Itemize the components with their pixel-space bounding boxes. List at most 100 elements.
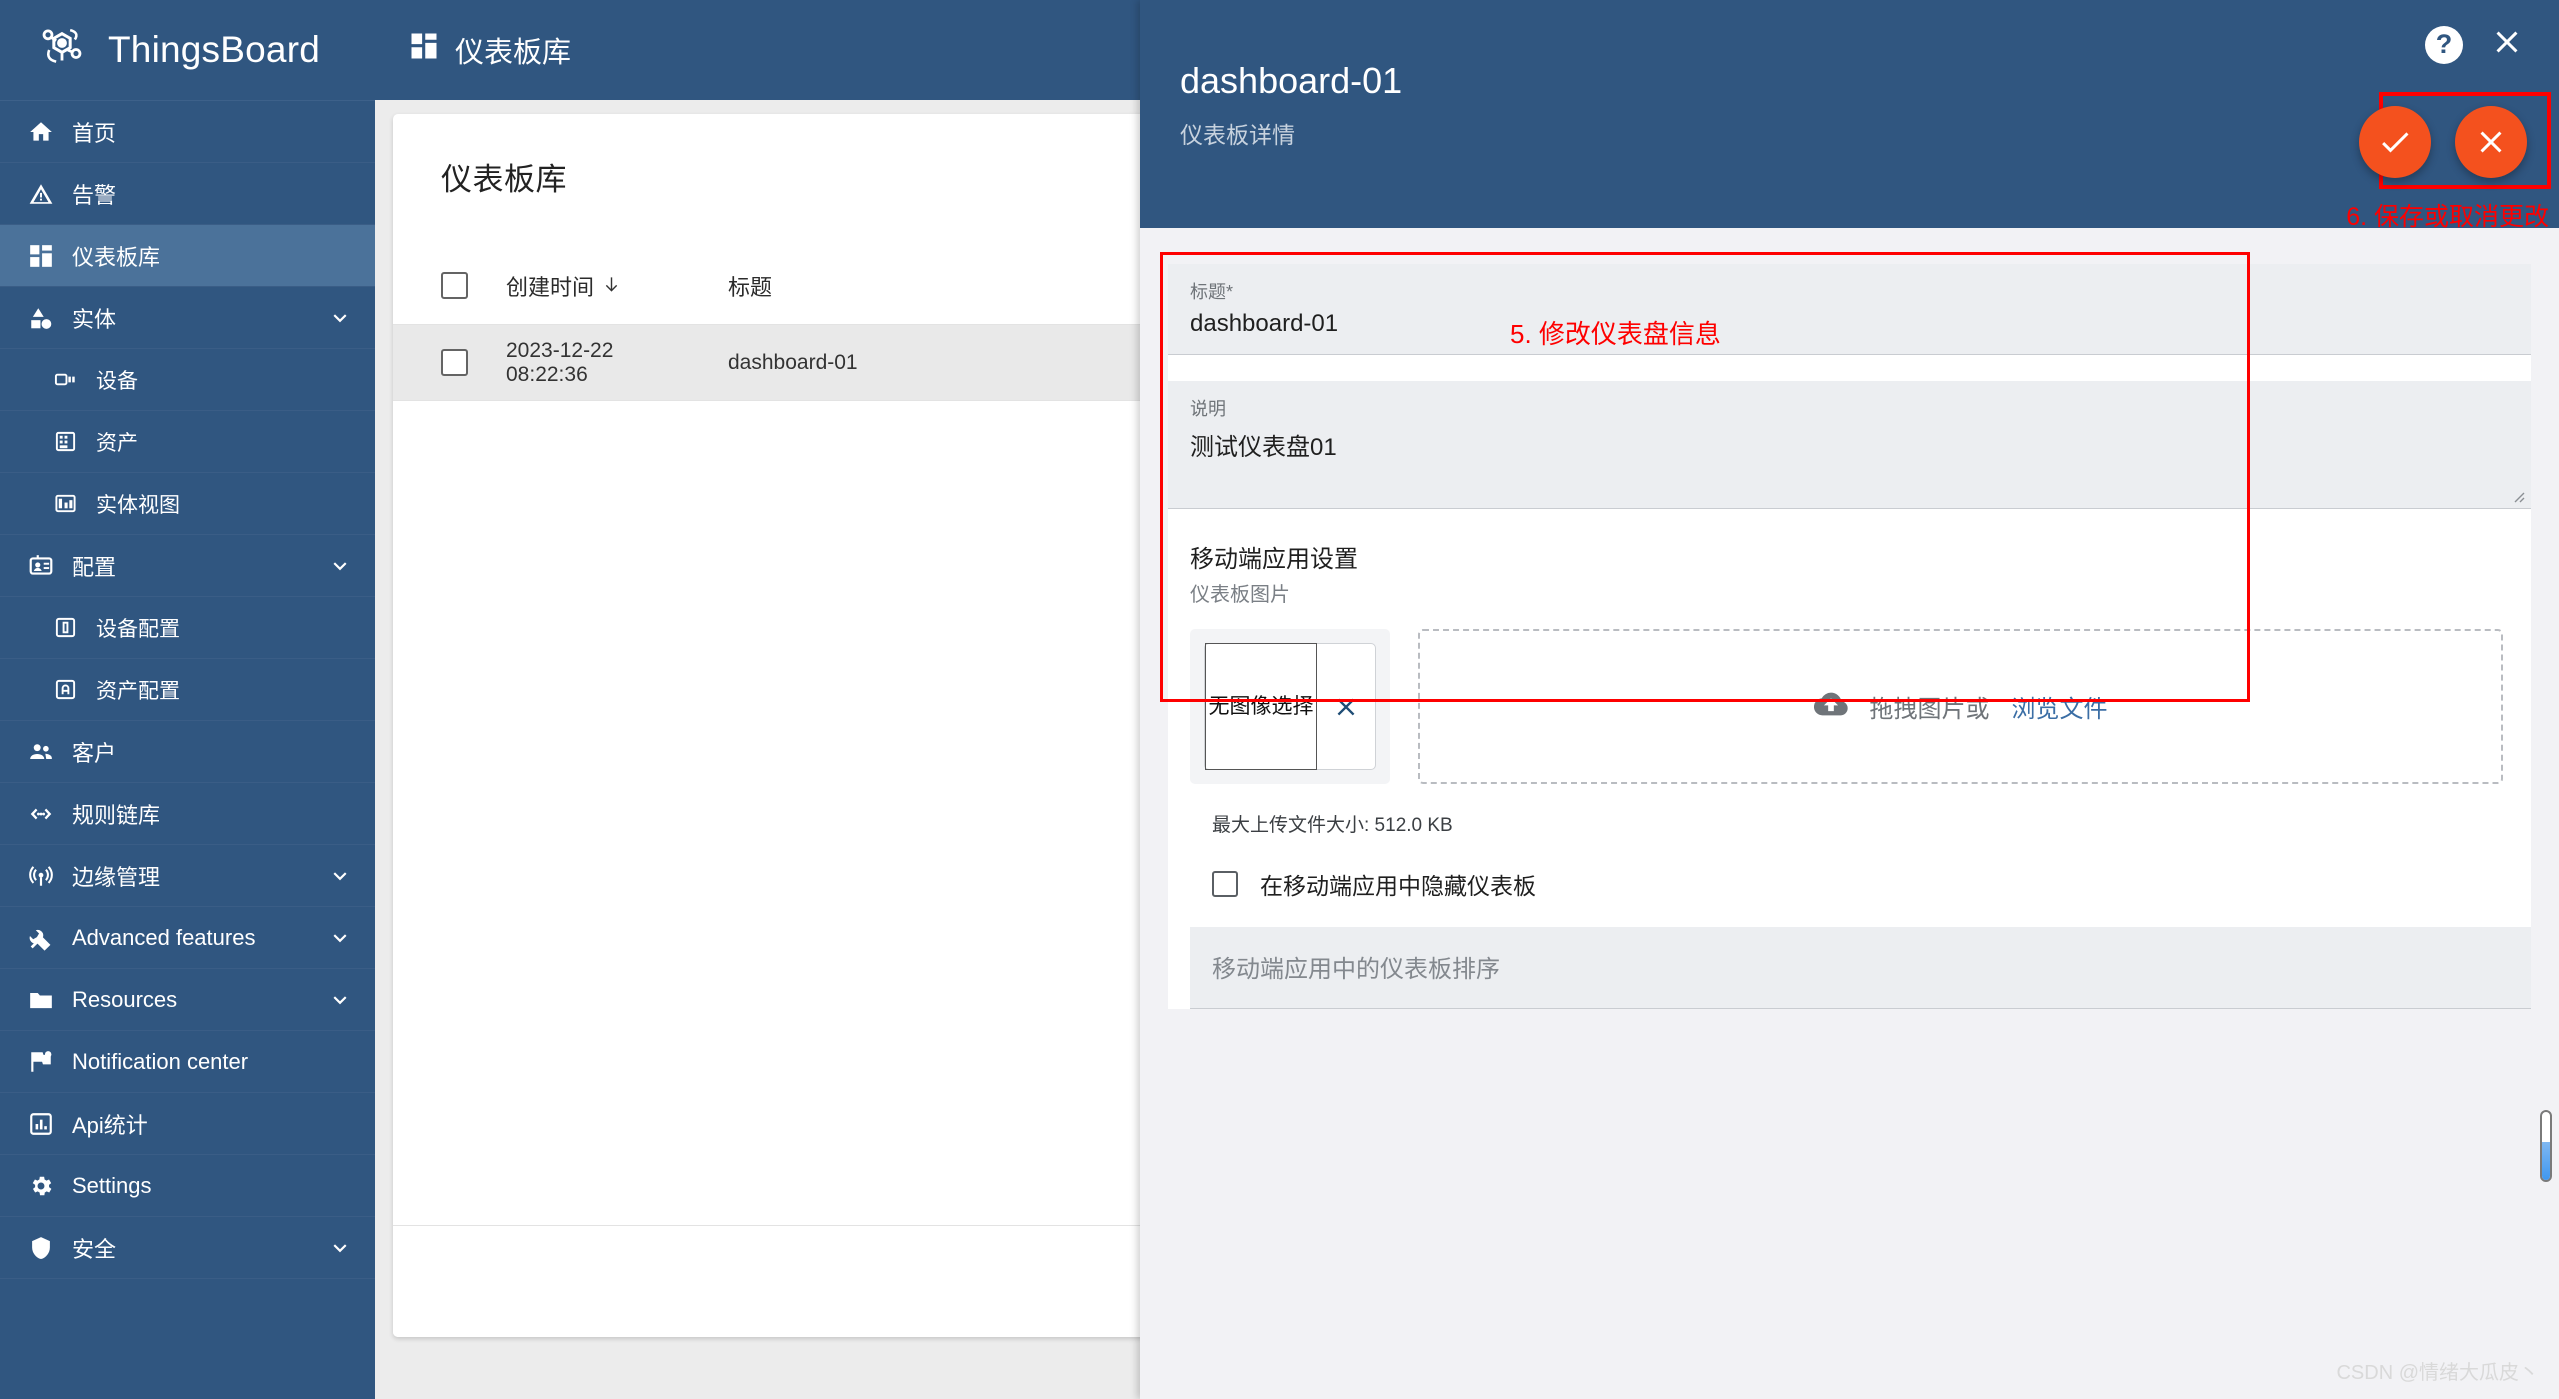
cell-title: dashboard-01 [728,350,858,374]
mobile-order-field[interactable]: 移动端应用中的仪表板排序 [1190,927,2531,1009]
device-profile-icon [50,613,80,643]
sidebar-item-5[interactable]: 资产 [0,411,375,473]
sidebar-nav: 首页告警仪表板库实体设备资产实体视图配置设备配置 资产配置客户规则链库边缘管理 Ad… [0,100,375,1279]
image-dropzone[interactable]: 拖拽图片或 浏览文件 [1418,629,2503,784]
arrow-down-icon [603,273,620,299]
customers-icon [26,737,56,767]
entity-view-icon [50,489,80,519]
sidebar-item-label: Resources [72,986,178,1012]
title-field-label: 标题* [1190,282,1234,302]
mobile-section-title: 移动端应用设置 [1190,546,1358,573]
sidebar-item-label: 边缘管理 [72,864,161,890]
close-icon [2480,131,2502,153]
sidebar-filler [0,1279,375,1399]
sidebar-item-label: 配置 [72,554,117,580]
chevron-up-icon[interactable] [327,553,353,579]
close-icon[interactable] [2489,24,2525,65]
chevron-down-icon[interactable] [327,1235,353,1261]
sidebar-item-16[interactable]: Api统计 [0,1093,375,1155]
sidebar-item-10[interactable]: 客户 [0,721,375,783]
chevron-down-icon[interactable] [327,987,353,1013]
dashboard-image-row: 无图像选择 拖拽图片或 浏览文件 [1190,629,2531,784]
select-all-checkbox[interactable] [441,272,468,299]
thingsboard-logo-icon [34,22,90,78]
field-separator [1168,355,2531,381]
image-preview-inner: 无图像选择 [1204,643,1376,770]
scrollbar-thumb[interactable] [2540,1110,2552,1182]
brand-logo-block[interactable]: ThingsBoard [0,0,375,100]
dashboards-icon [409,31,439,69]
asset-profile-icon [50,675,80,705]
help-icon[interactable]: ? [2425,25,2463,64]
sidebar-item-3[interactable]: 实体 [0,287,375,349]
row-checkbox[interactable] [441,349,468,376]
mobile-order-placeholder: 移动端应用中的仪表板排序 [1212,956,1500,983]
sidebar-item-12[interactable]: 边缘管理 [0,845,375,907]
sidebar-item-label: 告警 [72,182,117,208]
home-icon [26,117,56,147]
sidebar-item-14[interactable]: Resources [0,969,375,1031]
sidebar-item-label: 首页 [72,120,117,146]
folder-icon [26,985,56,1015]
column-header-title[interactable]: 标题 [728,270,772,302]
sidebar-item-label: 实体视图 [96,493,180,517]
sidebar-item-label: Settings [72,1172,152,1198]
sidebar-item-7[interactable]: 配置 [0,535,375,597]
api-usage-icon [26,1109,56,1139]
sidebar-item-13[interactable]: Advanced features [0,907,375,969]
chevron-down-icon[interactable] [327,863,353,889]
description-field[interactable]: 说明 测试仪表盘01 [1168,381,2531,509]
chevron-up-icon[interactable] [327,305,353,331]
sidebar-item-label: 仪表板库 [72,244,161,270]
check-icon [2382,132,2409,153]
details-form: 5. 修改仪表盘信息 标题* dashboard-01 说明 测试仪表盘01 移… [1140,228,2559,1009]
sidebar-item-label: Api统计 [72,1112,148,1138]
sidebar-item-18[interactable]: 安全 [0,1217,375,1279]
dropzone-text: 拖拽图片或 [1869,696,1990,723]
details-header: dashboard-01 仪表板详情 ? [1140,0,2559,228]
page-title: 仪表板库 [409,29,571,71]
title-field-value: dashboard-01 [1190,310,1339,337]
clear-image-button[interactable] [1317,694,1375,720]
sidebar-item-label: 设备 [96,369,138,393]
save-button[interactable] [2359,106,2431,178]
cell-created-time: 2023-12-22 08:22:36 [506,338,614,386]
max-upload-size-hint: 最大上传文件大小: 512.0 KB [1190,784,2531,837]
hide-dashboard-checkbox-row[interactable]: 在移动端应用中隐藏仪表板 [1190,837,2531,927]
chevron-down-icon[interactable] [327,925,353,951]
sidebar-item-17[interactable]: Settings [0,1155,375,1217]
sidebar-item-2[interactable]: 仪表板库 [0,225,375,287]
sidebar-item-label: Advanced features [72,924,256,950]
watermark: CSDN @情绪大瓜皮丶 [2336,1362,2539,1384]
device-icon [50,365,80,395]
sidebar-item-label: 实体 [72,306,117,332]
sidebar-item-11[interactable]: 规则链库 [0,783,375,845]
cloud-upload-icon [1813,687,1848,726]
resize-handle-icon[interactable] [2509,487,2525,503]
brand-name: ThingsBoard [108,29,320,70]
column-header-created-time-label: 创建时间 [506,274,595,300]
page-title-label: 仪表板库 [455,37,572,69]
description-field-value: 测试仪表盘01 [1190,434,1337,461]
sidebar-item-9[interactable]: 资产配置 [0,659,375,721]
sidebar-item-label: 规则链库 [72,802,161,828]
sidebar-item-4[interactable]: 设备 [0,349,375,411]
title-field[interactable]: 标题* dashboard-01 [1168,264,2531,355]
sidebar-item-1[interactable]: 告警 [0,163,375,225]
sidebar-item-label: 安全 [72,1236,117,1262]
entities-icon [26,303,56,333]
sidebar-item-label: 客户 [72,740,117,766]
column-header-created-time[interactable]: 创建时间 [506,270,696,302]
details-subtitle: 仪表板详情 [1180,122,1295,148]
cancel-button[interactable] [2455,106,2527,178]
profile-icon [26,551,56,581]
sidebar-item-0[interactable]: 首页 [0,101,375,163]
browse-files-link[interactable]: 浏览文件 [2012,689,2108,724]
sidebar-item-8[interactable]: 设备配置 [0,597,375,659]
sidebar-item-15[interactable]: Notification center [0,1031,375,1093]
annotation-step-5: 5. 修改仪表盘信息 [1510,319,1721,349]
notification-flag-icon [26,1047,56,1077]
hide-dashboard-checkbox[interactable] [1212,871,1238,897]
sidebar-item-6[interactable]: 实体视图 [0,473,375,535]
mobile-app-settings-section: 移动端应用设置 仪表板图片 无图像选择 拖拽图片或 浏览文件 最大上传文件大小:… [1168,509,2531,1009]
